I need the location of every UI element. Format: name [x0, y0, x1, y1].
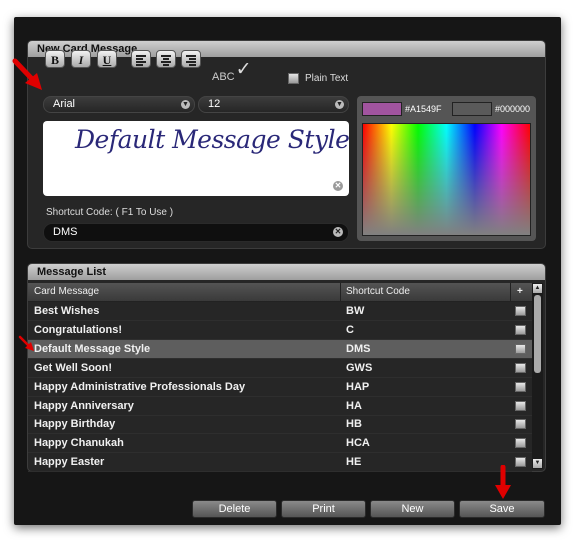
- card-message-cell: Happy Administrative Professionals Day: [34, 380, 246, 393]
- red-arrow-toolbar-icon: [12, 58, 42, 90]
- bold-button[interactable]: B: [45, 50, 65, 68]
- table-row[interactable]: Congratulations! C: [28, 321, 532, 340]
- row-checkbox[interactable]: [515, 419, 526, 430]
- shortcut-code-input[interactable]: DMS ✕: [43, 223, 349, 242]
- column-divider: [510, 283, 511, 301]
- add-column-icon[interactable]: +: [517, 283, 523, 301]
- column-divider: [340, 283, 341, 301]
- panel-title-message-list: Message List: [28, 264, 545, 280]
- row-checkbox[interactable]: [515, 362, 526, 373]
- table-row[interactable]: Happy Anniversary HA: [28, 397, 532, 416]
- align-left-icon: [136, 55, 146, 57]
- message-text-area[interactable]: Default Message Style ✕: [43, 121, 350, 196]
- shortcut-code-cell: GWS: [346, 361, 373, 374]
- row-checkbox[interactable]: [515, 381, 526, 392]
- primary-color-swatch[interactable]: [362, 102, 402, 116]
- align-center-button[interactable]: [156, 50, 176, 68]
- card-message-cell: Happy Birthday: [34, 418, 116, 431]
- new-button[interactable]: New: [370, 500, 455, 518]
- shortcut-code-cell: HA: [346, 399, 362, 412]
- row-checkbox[interactable]: [515, 343, 526, 354]
- secondary-color-label: #000000: [495, 104, 531, 114]
- shortcut-code-cell: HCA: [346, 437, 370, 450]
- save-button[interactable]: Save: [459, 500, 545, 518]
- table-row[interactable]: Best Wishes BW: [28, 302, 532, 321]
- table-row[interactable]: Happy Birthday HB: [28, 415, 532, 435]
- red-arrow-save-icon: [495, 465, 511, 499]
- plain-text-label: Plain Text: [305, 73, 349, 84]
- print-button[interactable]: Print: [281, 500, 366, 518]
- font-family-value: Arial: [53, 98, 76, 110]
- align-left-button[interactable]: [131, 50, 151, 68]
- spellcheck-button[interactable]: ABC✓: [212, 60, 252, 84]
- message-list-scrollbar[interactable]: ▲ ▼: [532, 283, 543, 469]
- row-checkbox[interactable]: [515, 457, 526, 468]
- secondary-color-swatch[interactable]: [452, 102, 492, 116]
- shortcut-code-cell: HB: [346, 418, 362, 431]
- row-checkbox[interactable]: [515, 306, 526, 316]
- chevron-down-icon: ▼: [181, 100, 190, 109]
- font-size-value: 12: [208, 98, 221, 110]
- color-spectrum[interactable]: [362, 123, 531, 236]
- scroll-thumb[interactable]: [534, 295, 541, 373]
- shortcut-code-cell: HE: [346, 456, 362, 469]
- shortcut-code-value: DMS: [53, 226, 78, 238]
- scroll-down-icon[interactable]: ▼: [533, 459, 542, 468]
- color-picker-panel: #A1549F #000000: [357, 96, 536, 241]
- align-right-button[interactable]: [181, 50, 201, 68]
- table-row[interactable]: Get Well Soon! GWS: [28, 359, 532, 378]
- plain-text-checkbox[interactable]: [288, 73, 299, 84]
- message-table-header: Card Message Shortcut Code +: [28, 283, 532, 302]
- table-row[interactable]: Happy Administrative Professionals Day HA…: [28, 378, 532, 397]
- table-row[interactable]: Default Message Style DMS: [28, 339, 532, 359]
- align-center-icon: [161, 55, 171, 57]
- clear-shortcut-icon[interactable]: ✕: [333, 227, 343, 237]
- card-message-cell: Happy Anniversary: [34, 399, 134, 412]
- chevron-down-icon: ▼: [335, 100, 344, 109]
- align-right-icon: [186, 55, 196, 57]
- delete-button[interactable]: Delete: [192, 500, 277, 518]
- row-checkbox[interactable]: [515, 400, 526, 411]
- message-preview-text: Default Message Style: [75, 125, 350, 154]
- shortcut-code-label: Shortcut Code: ( F1 To Use ): [46, 207, 174, 218]
- card-message-cell: Get Well Soon!: [34, 361, 113, 374]
- row-checkbox[interactable]: [515, 324, 526, 335]
- row-checkbox[interactable]: [515, 438, 526, 449]
- scroll-up-icon[interactable]: ▲: [533, 284, 542, 293]
- primary-color-label: #A1549F: [405, 104, 442, 114]
- table-row[interactable]: Happy Chanukah HCA: [28, 434, 532, 454]
- table-row[interactable]: Happy Easter HE: [28, 453, 532, 473]
- clear-message-icon[interactable]: ✕: [333, 181, 343, 191]
- underline-button[interactable]: U: [97, 50, 117, 68]
- card-message-cell: Best Wishes: [34, 305, 100, 317]
- shortcut-code-cell: DMS: [346, 342, 371, 355]
- italic-button[interactable]: I: [71, 50, 91, 68]
- card-message-cell: Default Message Style: [34, 342, 151, 355]
- column-card-message[interactable]: Card Message: [34, 283, 99, 301]
- card-message-cell: Congratulations!: [34, 323, 122, 336]
- spellcheck-label: ABC: [212, 71, 235, 83]
- shortcut-code-cell: BW: [346, 305, 365, 317]
- checkmark-icon: ✓: [235, 59, 252, 80]
- red-arrow-selected-row-icon: [18, 335, 34, 351]
- font-size-select[interactable]: 12 ▼: [198, 96, 349, 113]
- column-shortcut-code[interactable]: Shortcut Code: [346, 283, 410, 301]
- card-message-cell: Happy Chanukah: [34, 437, 124, 450]
- card-message-cell: Happy Easter: [34, 456, 105, 469]
- shortcut-code-cell: HAP: [346, 380, 370, 393]
- shortcut-code-cell: C: [346, 323, 354, 336]
- font-family-select[interactable]: Arial ▼: [43, 96, 195, 113]
